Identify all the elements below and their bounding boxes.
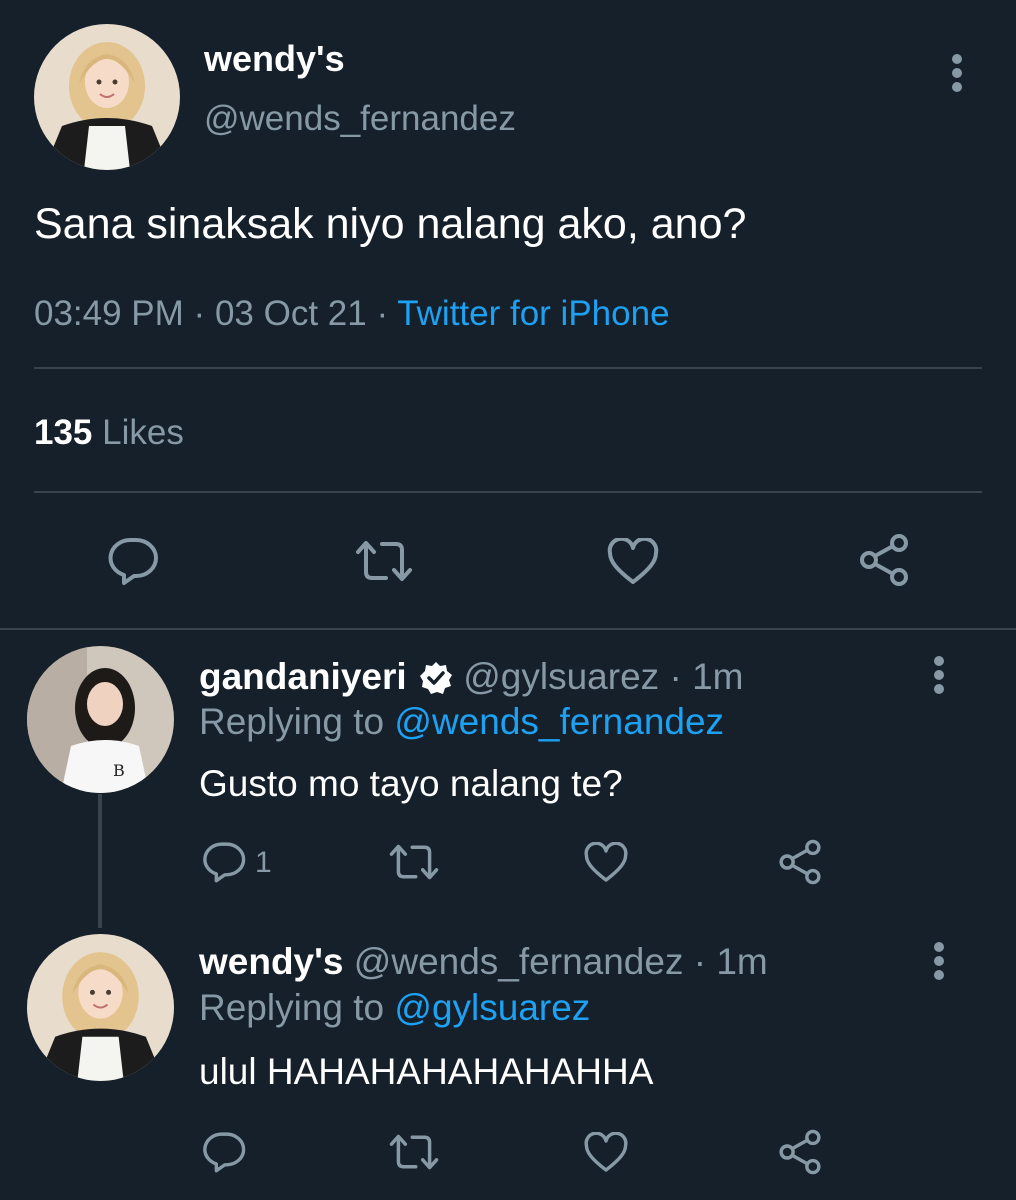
replying-to-handle-link[interactable]: @gylsuarez xyxy=(394,987,590,1028)
reply-time: 1m xyxy=(716,941,768,982)
divider xyxy=(0,628,1016,630)
share-icon[interactable] xyxy=(776,1128,824,1176)
replying-to: Replying to @wends_fernandez xyxy=(199,700,724,744)
reply-header: wendy's @wends_fernandez · 1m xyxy=(199,940,768,984)
reply-separator: · xyxy=(693,941,707,982)
avatar-wendy[interactable] xyxy=(34,24,180,170)
like-icon[interactable] xyxy=(606,538,660,586)
replying-to-handle-link[interactable]: @wends_fernandez xyxy=(394,701,724,742)
reply-time: 1m xyxy=(692,656,744,697)
share-icon[interactable] xyxy=(776,838,824,886)
meta-separator: · xyxy=(193,294,206,333)
reply-icon[interactable] xyxy=(201,1130,247,1174)
reply-text: Gusto mo tayo nalang te? xyxy=(199,763,623,804)
replying-to-prefix: Replying to xyxy=(199,987,385,1028)
tweet-date: 03 Oct 21 xyxy=(214,294,367,333)
verified-badge-icon xyxy=(419,661,453,705)
meta-separator: · xyxy=(376,294,389,333)
tweet-meta: 03:49 PM · 03 Oct 21 · Twitter for iPhon… xyxy=(34,292,670,336)
avatar-gandaniyeri[interactable]: B xyxy=(27,646,174,793)
reply-count: 1 xyxy=(255,846,272,879)
reply-separator: · xyxy=(669,656,682,697)
svg-text:B: B xyxy=(113,761,125,780)
tweet-text: Sana sinaksak niyo nalang ako, ano? xyxy=(34,200,747,248)
like-icon[interactable] xyxy=(583,1132,629,1174)
tweet-time: 03:49 PM xyxy=(34,294,184,333)
more-icon[interactable] xyxy=(934,656,946,698)
reply-display-name[interactable]: wendy's xyxy=(199,941,344,982)
replying-to: Replying to @gylsuarez xyxy=(199,986,590,1030)
author-display-name[interactable]: wendy's xyxy=(204,38,345,80)
likes-count: 135 xyxy=(34,413,93,452)
reply-icon[interactable] xyxy=(201,840,247,884)
more-icon[interactable] xyxy=(952,54,964,96)
tweet-source-link[interactable]: Twitter for iPhone xyxy=(397,294,669,333)
author-handle[interactable]: @wends_fernandez xyxy=(204,98,516,140)
reply-header: gandaniyeri @gylsuarez · 1m xyxy=(199,655,743,705)
reply-handle[interactable]: @wends_fernandez xyxy=(354,941,684,982)
share-icon[interactable] xyxy=(856,533,912,587)
retweet-icon[interactable] xyxy=(388,842,440,882)
reply-text: ulul HAHAHAHAHAHAHHA xyxy=(199,1051,654,1092)
more-icon[interactable] xyxy=(934,942,946,984)
likes-label: Likes xyxy=(102,413,184,452)
divider xyxy=(34,491,982,493)
divider xyxy=(34,367,982,369)
reply-icon[interactable] xyxy=(106,536,160,586)
avatar-wendy[interactable] xyxy=(27,934,174,1081)
thread-line xyxy=(98,794,102,928)
likes-stat[interactable]: 135 Likes xyxy=(34,412,184,454)
retweet-icon[interactable] xyxy=(354,538,414,584)
like-icon[interactable] xyxy=(583,842,629,884)
reply-handle[interactable]: @gylsuarez xyxy=(463,656,659,697)
reply-display-name[interactable]: gandaniyeri xyxy=(199,656,407,697)
replying-to-prefix: Replying to xyxy=(199,701,385,742)
retweet-icon[interactable] xyxy=(388,1132,440,1172)
